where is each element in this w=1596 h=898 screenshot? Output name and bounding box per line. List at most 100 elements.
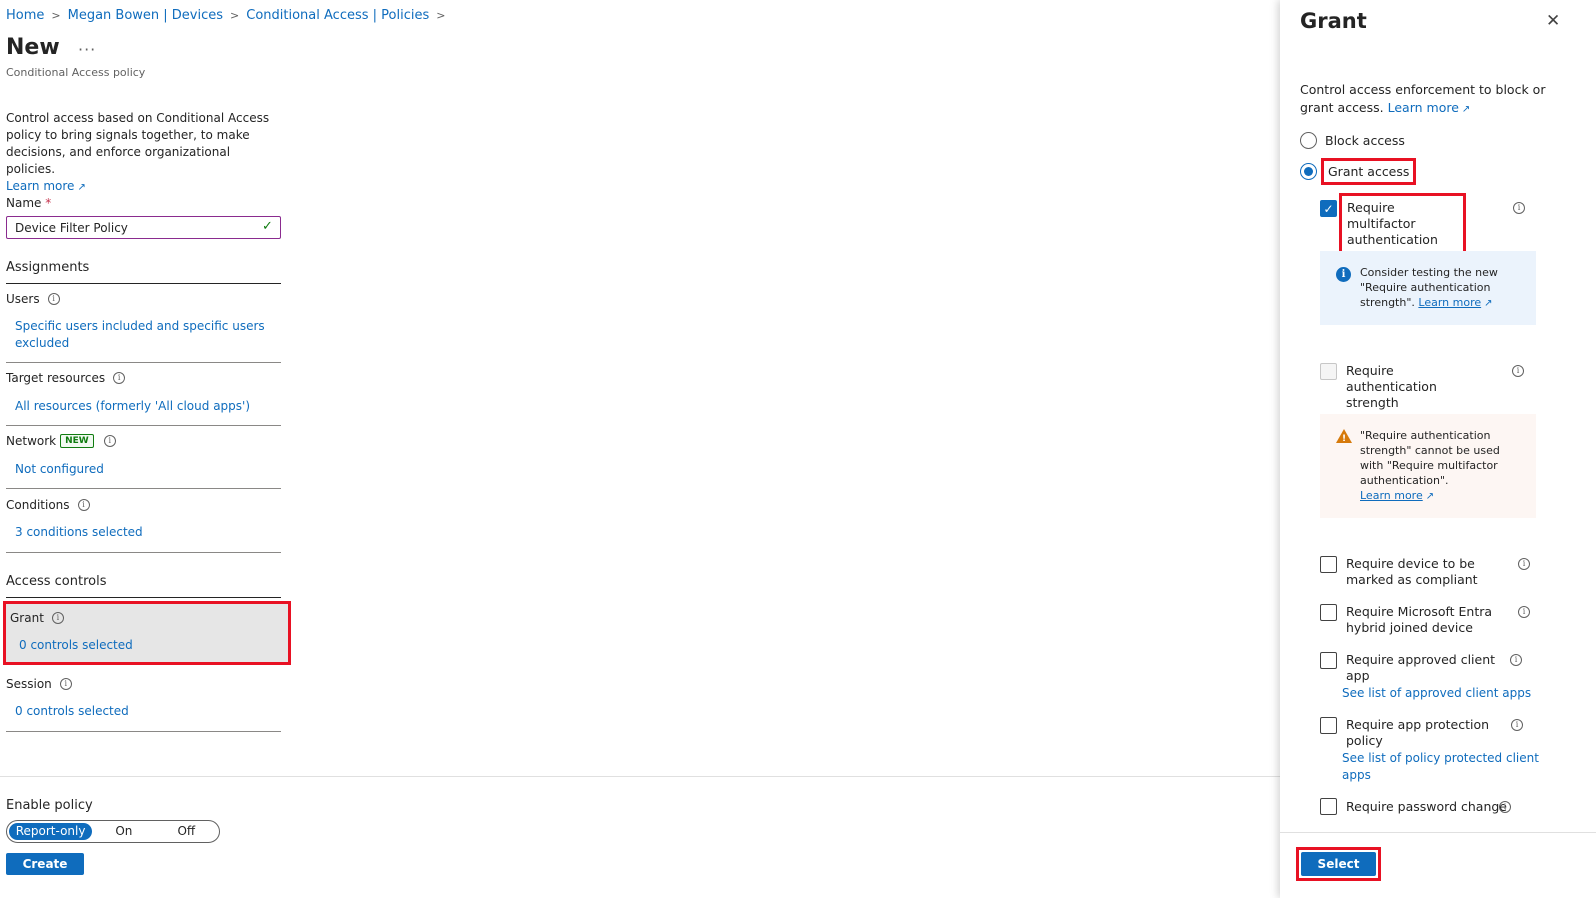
info-icon[interactable]: i xyxy=(47,293,60,305)
mfa-info-learn-more-link[interactable]: Learn more xyxy=(1418,296,1481,309)
approved-apps-list-link[interactable]: See list of approved client apps xyxy=(1342,685,1531,702)
info-icon[interactable]: i xyxy=(103,435,116,447)
divider xyxy=(6,283,281,284)
checkmark-icon: ✓ xyxy=(262,219,273,234)
session-label-text: Session xyxy=(6,677,52,691)
breadcrumb-home[interactable]: Home xyxy=(6,8,44,23)
grant-panel: Grant ✕ Control access enforcement to bl… xyxy=(1280,0,1596,898)
close-icon[interactable]: ✕ xyxy=(1546,11,1560,31)
app-protection-label: Require app protection policy xyxy=(1346,717,1490,748)
select-button-highlight: Select xyxy=(1296,847,1381,881)
page-title: New xyxy=(6,35,60,60)
intro-description: Control access based on Conditional Acce… xyxy=(6,111,270,176)
access-controls-heading: Access controls xyxy=(6,574,107,589)
info-icon[interactable]: i xyxy=(1510,654,1522,666)
target-resources-value-link[interactable]: All resources (formerly 'All cloud apps'… xyxy=(15,398,250,415)
divider xyxy=(6,362,281,363)
auth-strength-label: Require authentication strength xyxy=(1346,363,1437,410)
info-icon[interactable]: i xyxy=(77,499,90,511)
breadcrumb-devices[interactable]: Megan Bowen | Devices xyxy=(68,8,223,23)
info-icon[interactable]: i xyxy=(51,612,64,624)
assignments-heading: Assignments xyxy=(6,260,90,275)
grant-access-label: Grant access xyxy=(1321,158,1417,185)
panel-footer-divider xyxy=(1280,832,1596,833)
enable-policy-label: Enable policy xyxy=(6,798,93,813)
page-subtitle: Conditional Access policy xyxy=(6,66,146,79)
info-icon[interactable]: i xyxy=(1518,606,1530,618)
external-link-icon: ↗ xyxy=(1484,298,1493,309)
panel-learn-more-label: Learn more xyxy=(1387,100,1459,115)
protected-apps-list-link[interactable]: See list of policy protected client apps xyxy=(1342,750,1542,784)
divider xyxy=(6,488,281,489)
warning-learn-more-link[interactable]: Learn more xyxy=(1360,489,1423,502)
grant-label: Grant i xyxy=(10,611,64,625)
info-icon[interactable]: i xyxy=(1518,558,1530,570)
external-link-icon: ↗ xyxy=(1461,104,1471,115)
toggle-report-only[interactable]: Report-only xyxy=(9,823,93,840)
grant-access-radio[interactable] xyxy=(1300,163,1317,180)
chevron-right-icon: > xyxy=(51,9,61,22)
panel-learn-more-link[interactable]: Learn more ↗ xyxy=(1388,100,1471,115)
learn-more-link[interactable]: Learn more ↗ xyxy=(6,179,86,193)
block-access-option[interactable]: Block access xyxy=(1300,132,1405,149)
network-label: Network NEW i xyxy=(6,434,116,448)
network-value-link[interactable]: Not configured xyxy=(15,461,104,478)
conditions-value-link[interactable]: 3 conditions selected xyxy=(15,524,143,541)
session-value-link[interactable]: 0 controls selected xyxy=(15,703,129,720)
required-mark: * xyxy=(45,196,52,210)
info-icon[interactable]: i xyxy=(1499,801,1511,813)
target-resources-label: Target resources i xyxy=(6,371,126,385)
block-access-radio[interactable] xyxy=(1300,132,1317,149)
select-button[interactable]: Select xyxy=(1301,852,1376,876)
info-icon[interactable]: i xyxy=(1512,365,1524,377)
toggle-on[interactable]: On xyxy=(92,823,155,840)
auth-strength-warning: ! "Require authentication strength" cann… xyxy=(1320,414,1536,518)
auth-strength-warning-text: "Require authentication strength" cannot… xyxy=(1360,429,1500,487)
users-label-text: Users xyxy=(6,292,40,306)
divider xyxy=(6,425,281,426)
divider xyxy=(6,552,281,553)
footer-divider xyxy=(0,776,1280,777)
grant-value-link[interactable]: 0 controls selected xyxy=(19,637,133,654)
chevron-right-icon: > xyxy=(436,9,446,22)
breadcrumb: Home > Megan Bowen | Devices > Condition… xyxy=(6,8,445,23)
compliant-checkbox[interactable] xyxy=(1320,556,1337,573)
info-icon[interactable]: i xyxy=(1511,719,1523,731)
mfa-checkbox[interactable]: ✓ xyxy=(1320,200,1337,217)
app-protection-checkbox[interactable] xyxy=(1320,717,1337,734)
block-access-label: Block access xyxy=(1325,133,1405,148)
users-label: Users i xyxy=(6,292,60,306)
chevron-right-icon: > xyxy=(230,9,240,22)
info-icon[interactable]: i xyxy=(59,678,72,690)
auth-strength-checkbox[interactable] xyxy=(1320,363,1337,380)
divider xyxy=(6,731,281,732)
enable-policy-toggle: Report-only On Off xyxy=(6,820,220,843)
hybrid-joined-checkbox[interactable] xyxy=(1320,604,1337,621)
grant-access-option[interactable]: Grant access xyxy=(1300,158,1417,185)
users-value-link[interactable]: Specific users included and specific use… xyxy=(15,318,265,352)
conditions-label: Conditions i xyxy=(6,498,90,512)
info-icon[interactable]: i xyxy=(1513,202,1525,214)
target-resources-label-text: Target resources xyxy=(6,371,106,385)
breadcrumb-policies[interactable]: Conditional Access | Policies xyxy=(246,8,429,23)
grant-row-highlight[interactable]: Grant i 0 controls selected xyxy=(3,601,291,665)
network-label-text: Network xyxy=(6,434,57,448)
conditions-label-text: Conditions xyxy=(6,498,70,512)
session-label: Session i xyxy=(6,677,72,691)
intro-text: Control access based on Conditional Acce… xyxy=(6,110,278,196)
name-label: Name * xyxy=(6,196,51,210)
name-input[interactable] xyxy=(6,216,281,239)
mfa-label: Require multifactor authentication xyxy=(1339,193,1466,255)
approved-app-checkbox[interactable] xyxy=(1320,652,1337,669)
learn-more-label: Learn more xyxy=(6,179,75,193)
hybrid-joined-label: Require Microsoft Entra hybrid joined de… xyxy=(1346,604,1493,635)
create-button[interactable]: Create xyxy=(6,853,84,875)
info-icon[interactable]: i xyxy=(113,372,126,384)
external-link-icon: ↗ xyxy=(77,182,86,193)
compliant-label: Require device to be marked as compliant xyxy=(1346,556,1478,587)
toggle-off[interactable]: Off xyxy=(156,823,217,840)
more-options-icon[interactable]: ··· xyxy=(78,40,96,59)
grant-label-text: Grant xyxy=(10,611,44,625)
external-link-icon: ↗ xyxy=(1425,491,1435,502)
password-change-checkbox[interactable] xyxy=(1320,798,1337,815)
